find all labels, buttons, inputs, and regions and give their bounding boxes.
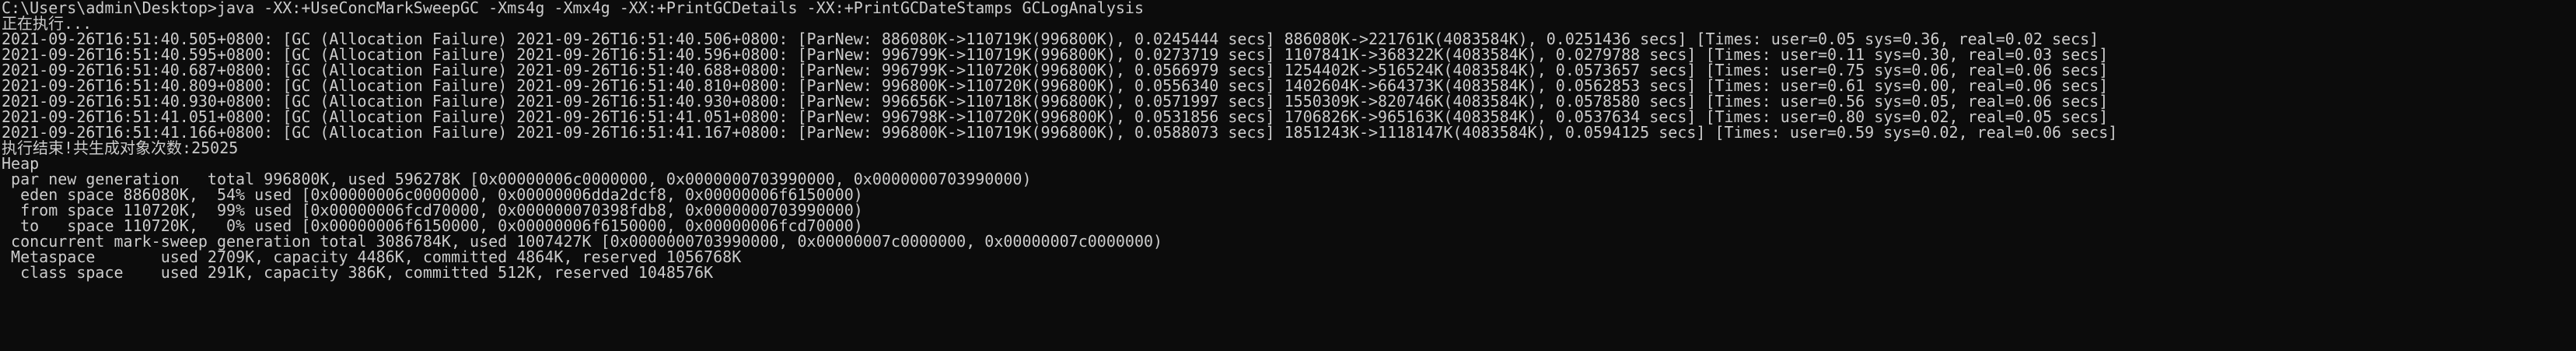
heap-to-line: to space 110720K, 0% used [0x00000006f61… [2, 216, 863, 235]
class-space-line: class space used 291K, capacity 386K, co… [2, 263, 714, 282]
gc-log-line: 2021-09-26T16:51:40.505+0800: [GC (Alloc… [2, 30, 2099, 48]
gc-log-line: 2021-09-26T16:51:40.595+0800: [GC (Alloc… [2, 45, 2109, 64]
status-running-line: 正在执行... [2, 14, 93, 33]
metaspace-line: Metaspace used 2709K, capacity 4486K, co… [2, 247, 742, 266]
gc-log-line: 2021-09-26T16:51:40.687+0800: [GC (Alloc… [2, 61, 2109, 79]
heap-par-new-line: par new generation total 996800K, used 5… [2, 170, 1032, 188]
gc-log-line: 2021-09-26T16:51:41.051+0800: [GC (Alloc… [2, 107, 2109, 126]
heap-from-line: from space 110720K, 99% used [0x00000006… [2, 201, 863, 219]
gc-log-line: 2021-09-26T16:51:40.809+0800: [GC (Alloc… [2, 76, 2109, 95]
command-line: C:\Users\admin\Desktop>java -XX:+UseConc… [2, 0, 1145, 17]
heap-header-line: Heap [2, 154, 40, 173]
heap-cms-line: concurrent mark-sweep generation total 3… [2, 232, 1163, 251]
console-window[interactable]: C:\Users\admin\Desktop>java -XX:+UseConc… [0, 0, 2576, 351]
heap-eden-line: eden space 886080K, 54% used [0x00000006… [2, 185, 863, 204]
gc-log-line: 2021-09-26T16:51:40.930+0800: [GC (Alloc… [2, 92, 2109, 111]
status-finished-line: 执行结束!共生成对象次数:25025 [2, 139, 239, 157]
gc-log-line: 2021-09-26T16:51:41.166+0800: [GC (Alloc… [2, 123, 2118, 142]
